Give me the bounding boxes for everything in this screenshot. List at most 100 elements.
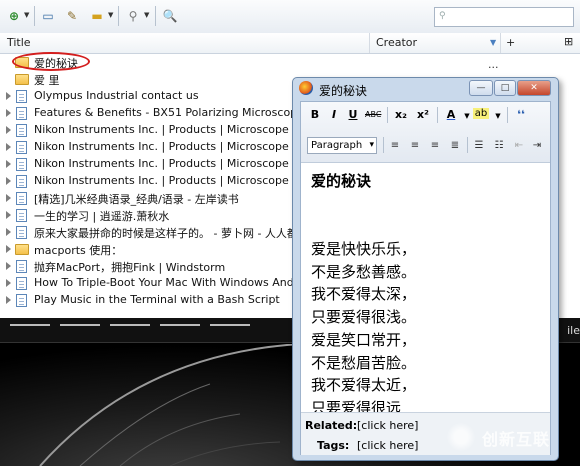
page-icon (16, 90, 27, 103)
watermark-text: 创新互联 (482, 430, 551, 449)
sort-arrow-icon[interactable]: ▼ (490, 38, 496, 47)
page-icon (16, 192, 27, 205)
page-icon (16, 141, 27, 154)
format-toolbar: B I U ABC x₂ x² A ▼ ab ▼ ❛❛ Paragraph ≡ … (301, 102, 550, 163)
expand-arrow-icon[interactable] (6, 160, 11, 168)
highlight-button[interactable]: ab (473, 108, 489, 119)
attach-icon[interactable]: ⚲ (124, 7, 142, 25)
underline-button[interactable]: U (345, 108, 361, 121)
close-button[interactable]: ✕ (517, 80, 551, 96)
poem-line: 我不爱得太近， (311, 376, 417, 395)
subscript-button[interactable]: x₂ (393, 108, 409, 121)
italic-button[interactable]: I (326, 108, 342, 121)
list-item-label: How To Triple-Boot Your Mac With Windows… (34, 276, 307, 289)
align-center-icon[interactable]: ≡ (407, 140, 423, 151)
poem-line: 爱是快快乐乐， (311, 240, 417, 258)
search-field-icon: ⚲ (439, 11, 446, 21)
list-item-label: Features & Benefits - BX51 Polarizing Mi… (34, 106, 310, 119)
page-icon (16, 209, 27, 222)
expand-arrow-icon[interactable] (6, 126, 11, 134)
tags-link[interactable]: [click here] (357, 439, 418, 452)
bullet-list-icon[interactable]: ☰ (471, 140, 487, 151)
dark-text: ile (567, 324, 580, 337)
dark-dash (60, 324, 100, 326)
toolbar-separator (155, 6, 156, 26)
format-separator (383, 137, 384, 153)
format-separator (387, 107, 388, 123)
page-icon (16, 277, 27, 290)
add-icon[interactable]: ⊕ (5, 7, 23, 25)
related-link[interactable]: [click here] (357, 419, 418, 432)
dark-dash (160, 324, 200, 326)
align-left-icon[interactable]: ≡ (387, 140, 403, 151)
watermark: 创新互联 (440, 418, 580, 458)
column-divider[interactable] (500, 33, 501, 53)
toolbar: ⊕ ▼ ▭ ✎ ▬ ▼ ⚲ ▼ 🔍 ⚲ (0, 0, 580, 34)
column-divider[interactable] (369, 33, 370, 53)
folder-dropdown-arrow[interactable]: ▼ (108, 11, 113, 19)
superscript-button[interactable]: x² (415, 108, 431, 121)
expand-arrow-icon[interactable] (6, 296, 11, 304)
page-icon (16, 158, 27, 171)
poem-line: 只要爱得很远 (311, 398, 402, 412)
align-right-icon[interactable]: ≡ (427, 140, 443, 151)
attach-dropdown-arrow[interactable]: ▼ (144, 11, 149, 19)
paragraph-select[interactable]: Paragraph (307, 137, 377, 154)
column-picker-icon[interactable]: ⊞ (564, 35, 573, 48)
edit-icon[interactable]: ✎ (63, 7, 81, 25)
popup-title: 爱的秘诀 (319, 84, 368, 98)
column-add[interactable]: + (506, 36, 515, 49)
row-more-dots[interactable]: ... (488, 58, 499, 71)
firefox-icon (299, 81, 313, 95)
highlight-dropdown-icon[interactable]: ▼ (490, 112, 506, 120)
numbered-list-icon[interactable]: ☷ (491, 140, 507, 151)
expand-arrow-icon[interactable] (6, 109, 11, 117)
indent-icon[interactable]: ⇥ (529, 140, 545, 151)
column-creator[interactable]: Creator (376, 36, 417, 49)
page-icon (16, 124, 27, 137)
poem-line: 不是愁眉苦脸。 (311, 353, 417, 372)
expand-arrow-icon[interactable] (6, 228, 11, 236)
expand-arrow-icon[interactable] (6, 245, 11, 253)
outdent-icon[interactable]: ⇤ (511, 140, 527, 151)
strikethrough-button[interactable]: ABC (365, 110, 381, 119)
folder-icon[interactable]: ▬ (88, 7, 106, 25)
toolbar-separator (34, 6, 35, 26)
list-item-label: Nikon Instruments Inc. | Products | Micr… (34, 140, 323, 153)
search-icon[interactable]: 🔍 (161, 7, 179, 25)
expand-arrow-icon[interactable] (6, 279, 11, 287)
new-note-icon[interactable]: ▭ (39, 7, 57, 25)
folder-icon (15, 244, 29, 255)
expand-arrow-icon[interactable] (6, 92, 11, 100)
dark-dash (10, 324, 50, 326)
maximize-button[interactable]: □ (494, 80, 516, 96)
blockquote-button[interactable]: ❛❛ (513, 108, 529, 121)
note-popup-window: 爱的秘诀 — □ ✕ B I U ABC x₂ x² A ▼ ab ▼ ❛❛ P… (292, 77, 559, 461)
format-separator (507, 107, 508, 123)
text-color-button[interactable]: A (443, 108, 459, 121)
format-separator (437, 107, 438, 123)
align-justify-icon[interactable]: ≣ (447, 140, 463, 151)
minimize-button[interactable]: — (469, 80, 493, 96)
bold-button[interactable]: B (307, 108, 323, 121)
add-dropdown-arrow[interactable]: ▼ (24, 11, 29, 19)
column-title[interactable]: Title (7, 36, 31, 49)
list-item-label: 抛弃MacPort，拥抱Fink | Windstorm (34, 261, 226, 274)
dark-dash (210, 324, 250, 326)
highlight-circle (12, 52, 90, 71)
list-item-label: Nikon Instruments Inc. | Products | Micr… (34, 157, 323, 170)
tags-label: Tags: (317, 439, 350, 452)
expand-arrow-icon[interactable] (6, 143, 11, 151)
related-label: Related: (305, 419, 358, 432)
search-input[interactable]: ⚲ (434, 7, 574, 27)
expand-arrow-icon[interactable] (6, 194, 11, 202)
note-title: 爱的秘诀 (311, 172, 372, 190)
list-item-label: [精选]几米经典语录_经典/语录 - 左岸读书 (34, 193, 239, 206)
page-icon (16, 260, 27, 273)
expand-arrow-icon[interactable] (6, 211, 11, 219)
poem-line: 我不爱得太深， (311, 285, 417, 304)
note-content[interactable]: 爱的秘诀 爱是快快乐乐， 不是多愁善感。 我不爱得太深， 只要爱得很浅。 爱是笑… (311, 170, 543, 412)
expand-arrow-icon[interactable] (6, 177, 11, 185)
page-icon (16, 294, 27, 307)
expand-arrow-icon[interactable] (6, 262, 11, 270)
